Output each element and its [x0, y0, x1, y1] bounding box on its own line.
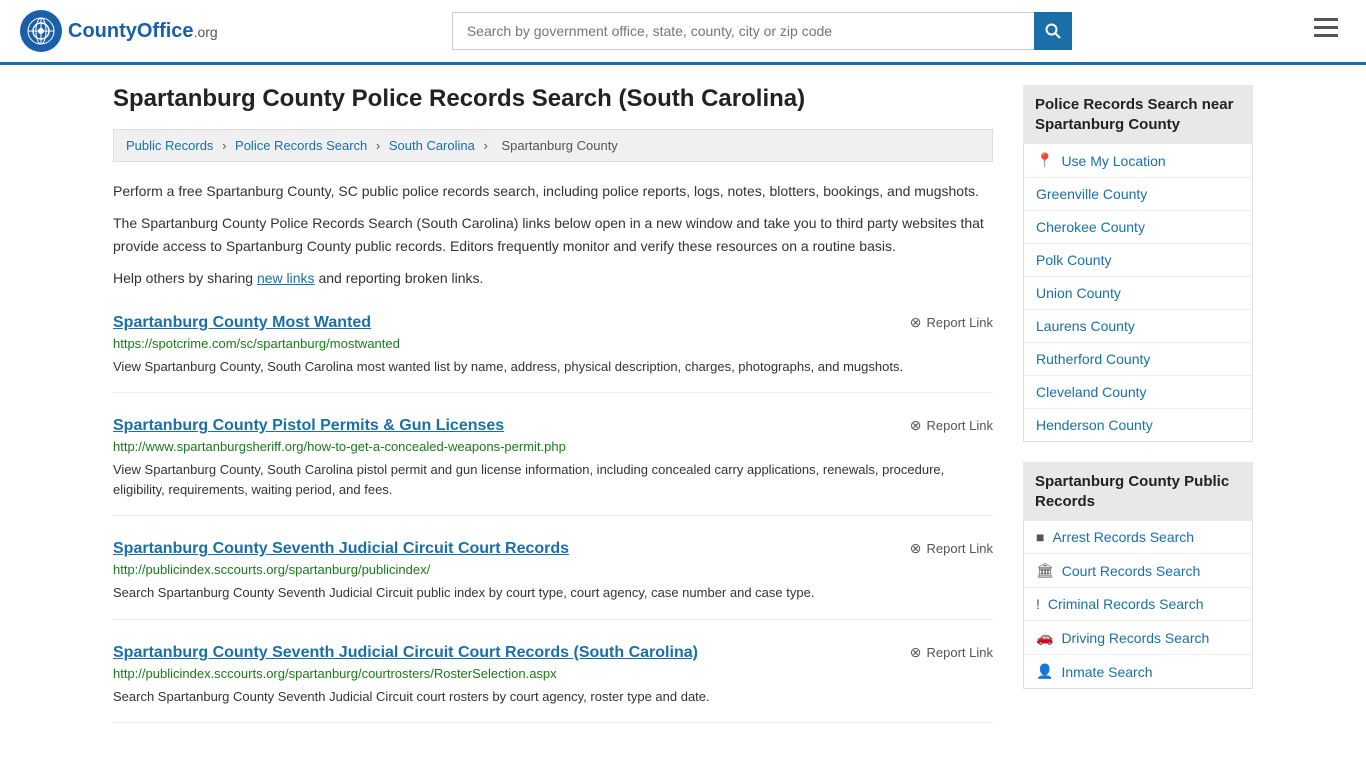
use-my-location-link[interactable]: Use My Location: [1061, 153, 1165, 169]
report-label-2: Report Link: [927, 541, 993, 556]
nearby-counties-list: 📍 Use My Location Greenville County Chero…: [1023, 144, 1253, 442]
report-link-3[interactable]: ⊗ Report Link: [910, 644, 993, 661]
site-header: CountyOffice.org: [0, 0, 1366, 65]
public-records-list: ■ Arrest Records Search 🏛 Court Records Sea…: [1023, 521, 1253, 689]
county-item-1[interactable]: Cherokee County: [1024, 211, 1252, 244]
pr-link-3[interactable]: Driving Records Search: [1061, 630, 1209, 646]
search-area: [452, 12, 1072, 50]
breadcrumb-current: Spartanburg County: [501, 138, 617, 153]
use-my-location-item[interactable]: 📍 Use My Location: [1024, 144, 1252, 178]
county-link-4[interactable]: Laurens County: [1036, 318, 1135, 334]
report-icon-1: ⊗: [910, 417, 922, 434]
report-link-2[interactable]: ⊗ Report Link: [910, 540, 993, 557]
search-button[interactable]: [1034, 12, 1072, 50]
result-title-1[interactable]: Spartanburg County Pistol Permits & Gun …: [113, 417, 504, 435]
new-links-link[interactable]: new links: [257, 270, 315, 286]
logo-icon: [20, 10, 62, 52]
main-container: Spartanburg County Police Records Search…: [83, 65, 1283, 743]
pr-icon-1: 🏛: [1036, 562, 1054, 579]
county-item-0[interactable]: Greenville County: [1024, 178, 1252, 211]
results-container: Spartanburg County Most Wanted ⊗ Report …: [113, 314, 993, 724]
report-label-0: Report Link: [927, 315, 993, 330]
description-1: Perform a free Spartanburg County, SC pu…: [113, 180, 993, 202]
result-url-0: https://spotcrime.com/sc/spartanburg/mos…: [113, 336, 993, 351]
logo[interactable]: CountyOffice.org: [20, 10, 218, 52]
county-link-5[interactable]: Rutherford County: [1036, 351, 1150, 367]
result-url-3: http://publicindex.sccourts.org/spartanb…: [113, 666, 993, 681]
report-link-1[interactable]: ⊗ Report Link: [910, 417, 993, 434]
pr-link-4[interactable]: Inmate Search: [1061, 664, 1152, 680]
result-desc-3: Search Spartanburg County Seventh Judici…: [113, 687, 993, 707]
report-link-0[interactable]: ⊗ Report Link: [910, 314, 993, 331]
county-link-0[interactable]: Greenville County: [1036, 186, 1147, 202]
pr-icon-4: 👤: [1036, 663, 1053, 680]
pr-icon-0: ■: [1036, 529, 1044, 545]
pr-icon-3: 🚗: [1036, 629, 1053, 646]
result-header-2: Spartanburg County Seventh Judicial Circ…: [113, 540, 993, 558]
description-3: Help others by sharing new links and rep…: [113, 267, 993, 289]
description-2: The Spartanburg County Police Records Se…: [113, 212, 993, 257]
public-records-section-title: Spartanburg County Public Records: [1023, 462, 1253, 521]
nearby-section-title: Police Records Search near Spartanburg C…: [1023, 85, 1253, 144]
result-item: Spartanburg County Seventh Judicial Circ…: [113, 540, 993, 620]
county-link-2[interactable]: Polk County: [1036, 252, 1111, 268]
result-url-2: http://publicindex.sccourts.org/spartanb…: [113, 562, 993, 577]
county-item-7[interactable]: Henderson County: [1024, 409, 1252, 441]
county-link-3[interactable]: Union County: [1036, 285, 1121, 301]
report-icon-3: ⊗: [910, 644, 922, 661]
report-icon-2: ⊗: [910, 540, 922, 557]
county-item-5[interactable]: Rutherford County: [1024, 343, 1252, 376]
content-area: Spartanburg County Police Records Search…: [113, 85, 993, 723]
county-link-7[interactable]: Henderson County: [1036, 417, 1153, 433]
result-title-3[interactable]: Spartanburg County Seventh Judicial Circ…: [113, 644, 698, 662]
pr-link-0[interactable]: Arrest Records Search: [1052, 529, 1194, 545]
pr-link-2[interactable]: Criminal Records Search: [1048, 596, 1204, 612]
public-record-item-3[interactable]: 🚗 Driving Records Search: [1024, 621, 1252, 655]
result-desc-2: Search Spartanburg County Seventh Judici…: [113, 583, 993, 603]
county-link-1[interactable]: Cherokee County: [1036, 219, 1145, 235]
pr-link-1[interactable]: Court Records Search: [1062, 563, 1201, 579]
page-title: Spartanburg County Police Records Search…: [113, 85, 993, 113]
location-icon: 📍: [1036, 152, 1053, 169]
result-header-0: Spartanburg County Most Wanted ⊗ Report …: [113, 314, 993, 332]
pr-icon-2: !: [1036, 596, 1040, 612]
report-label-3: Report Link: [927, 645, 993, 660]
result-desc-1: View Spartanburg County, South Carolina …: [113, 460, 993, 499]
report-icon-0: ⊗: [910, 314, 922, 331]
report-label-1: Report Link: [927, 418, 993, 433]
result-item: Spartanburg County Most Wanted ⊗ Report …: [113, 314, 993, 394]
public-record-item-4[interactable]: 👤 Inmate Search: [1024, 655, 1252, 688]
county-item-2[interactable]: Polk County: [1024, 244, 1252, 277]
result-desc-0: View Spartanburg County, South Carolina …: [113, 357, 993, 377]
result-item: Spartanburg County Seventh Judicial Circ…: [113, 644, 993, 724]
result-url-1: http://www.spartanburgsheriff.org/how-to…: [113, 439, 993, 454]
county-item-6[interactable]: Cleveland County: [1024, 376, 1252, 409]
result-header-3: Spartanburg County Seventh Judicial Circ…: [113, 644, 993, 662]
breadcrumb-police-records-search[interactable]: Police Records Search: [235, 138, 367, 153]
result-title-2[interactable]: Spartanburg County Seventh Judicial Circ…: [113, 540, 569, 558]
county-link-6[interactable]: Cleveland County: [1036, 384, 1147, 400]
county-item-3[interactable]: Union County: [1024, 277, 1252, 310]
sidebar: Police Records Search near Spartanburg C…: [1023, 85, 1253, 723]
public-record-item-2[interactable]: ! Criminal Records Search: [1024, 588, 1252, 621]
result-title-0[interactable]: Spartanburg County Most Wanted: [113, 314, 371, 332]
county-item-4[interactable]: Laurens County: [1024, 310, 1252, 343]
public-record-item-1[interactable]: 🏛 Court Records Search: [1024, 554, 1252, 588]
result-header-1: Spartanburg County Pistol Permits & Gun …: [113, 417, 993, 435]
menu-button[interactable]: [1306, 14, 1346, 48]
breadcrumb-public-records[interactable]: Public Records: [126, 138, 213, 153]
public-record-item-0[interactable]: ■ Arrest Records Search: [1024, 521, 1252, 554]
search-input[interactable]: [452, 12, 1034, 50]
breadcrumb-south-carolina[interactable]: South Carolina: [389, 138, 475, 153]
breadcrumb: Public Records › Police Records Search ›…: [113, 129, 993, 162]
result-item: Spartanburg County Pistol Permits & Gun …: [113, 417, 993, 516]
logo-text: CountyOffice.org: [68, 20, 218, 43]
